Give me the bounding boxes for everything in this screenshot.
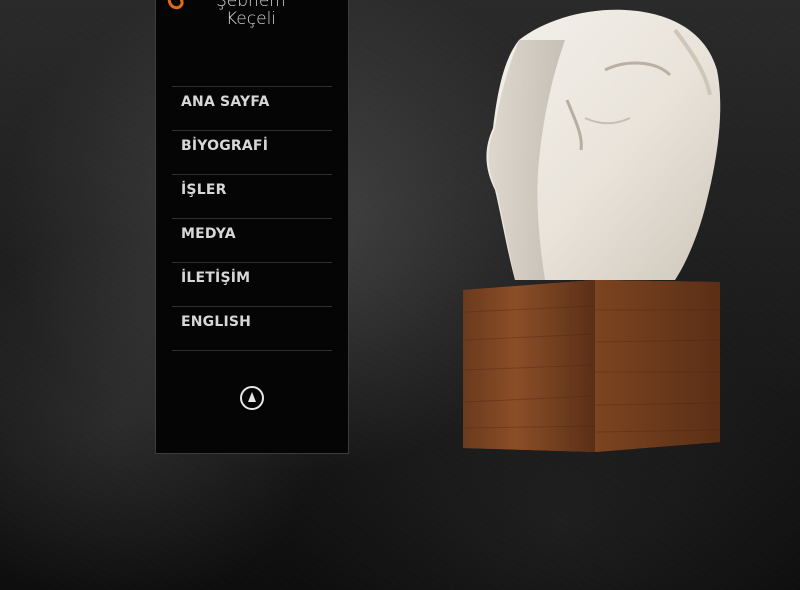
menu-item-biography: BİYOGRAFİ [172, 130, 332, 174]
main-menu: ANA SAYFA BİYOGRAFİ İŞLER MEDYA İLETİŞİM… [172, 86, 332, 351]
compass-arrow-icon[interactable] [240, 386, 264, 410]
menu-link-works[interactable]: İŞLER [172, 175, 332, 198]
sculpture-image [463, 9, 721, 452]
menu-link-biography[interactable]: BİYOGRAFİ [172, 131, 332, 154]
side-navigation-panel: Şebnem Keçeli ANA SAYFA BİYOGRAFİ İŞLER … [155, 0, 349, 454]
menu-item-english: ENGLISH [172, 306, 332, 351]
menu-link-contact[interactable]: İLETİŞİM [172, 263, 332, 286]
menu-item-media: MEDYA [172, 218, 332, 262]
menu-item-contact: İLETİŞİM [172, 262, 332, 306]
menu-item-home: ANA SAYFA [172, 86, 332, 130]
menu-link-english[interactable]: ENGLISH [172, 307, 332, 330]
menu-link-home[interactable]: ANA SAYFA [172, 87, 332, 110]
menu-link-media[interactable]: MEDYA [172, 219, 332, 242]
logo-line-2: Keçeli [226, 9, 277, 29]
site-logo[interactable]: Şebnem Keçeli [216, 0, 346, 28]
menu-item-works: İŞLER [172, 174, 332, 218]
logo-icon[interactable] [162, 0, 190, 14]
